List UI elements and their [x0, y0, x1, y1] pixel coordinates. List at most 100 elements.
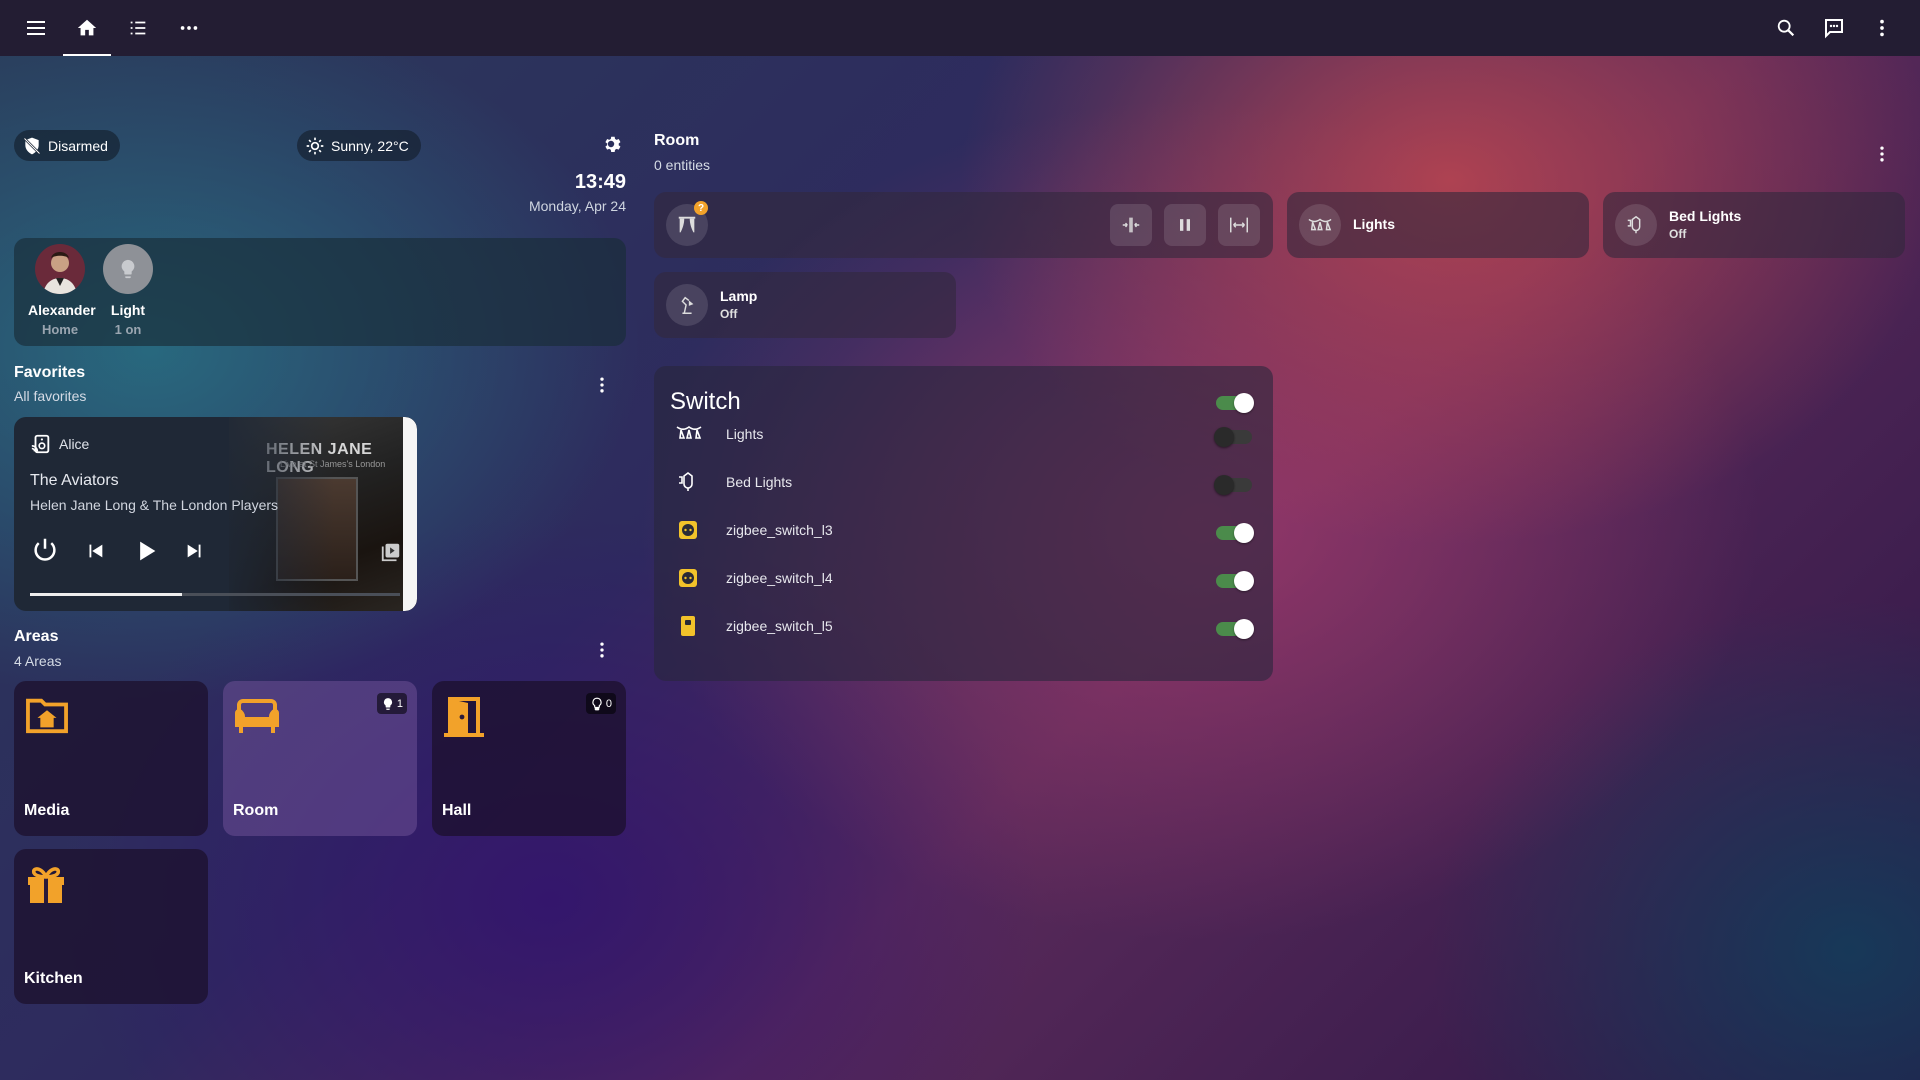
light-switch-icon — [676, 614, 700, 638]
media-progress-bar[interactable] — [30, 593, 400, 596]
weather-state: Sunny, 22°C — [331, 137, 409, 154]
switch-row-bed-lights[interactable]: Bed Lights — [654, 462, 1273, 502]
area-name: Room — [233, 802, 279, 819]
area-card-room[interactable]: 1 Room — [223, 681, 417, 836]
sofa-icon — [233, 695, 281, 735]
switch-label: Lights — [726, 426, 764, 442]
next-track-button[interactable] — [184, 540, 206, 562]
play-button[interactable] — [132, 537, 160, 565]
playlist-play-icon — [380, 541, 402, 563]
area-card-hall[interactable]: 0 Hall — [432, 681, 626, 836]
media-title: The Aviators — [30, 472, 119, 489]
cover-open-button[interactable] — [1218, 204, 1260, 246]
card-edge — [403, 417, 417, 611]
switch-toggle[interactable] — [1216, 523, 1254, 543]
tile-name: Bed Lights — [1669, 208, 1742, 224]
switch-row-zigbee-l3[interactable]: zigbee_switch_l3 — [654, 510, 1273, 550]
search-button[interactable] — [1762, 0, 1810, 56]
browse-media-button[interactable] — [380, 541, 402, 563]
desk-lamp-icon — [666, 284, 708, 326]
badge-count: 1 — [396, 697, 403, 710]
outdoor-lamp-icon — [1615, 204, 1657, 246]
area-name: Kitchen — [24, 970, 83, 987]
alarm-state: Disarmed — [48, 137, 108, 154]
tile-state: Off — [1669, 227, 1687, 241]
tab-list[interactable] — [113, 0, 163, 56]
person-state: Home — [41, 322, 79, 337]
tile-name: Lamp — [720, 288, 758, 304]
unavailable-badge: ? — [694, 201, 708, 215]
sunny-icon — [305, 136, 325, 156]
switch-toggle[interactable] — [1214, 427, 1252, 447]
lights-on-badge: 1 — [376, 693, 407, 714]
cover-close-button[interactable] — [1110, 204, 1152, 246]
home-folder-icon — [24, 695, 70, 735]
cover-tile[interactable]: ? — [654, 192, 1273, 258]
favorites-menu-button[interactable] — [590, 373, 614, 397]
lamp-tile[interactable]: Lamp Off — [654, 272, 956, 338]
media-player-card[interactable]: HELEN JANE LONG Live at St James's Londo… — [14, 417, 417, 611]
switch-toggle[interactable] — [1214, 475, 1252, 495]
tab-home[interactable] — [62, 0, 112, 56]
arrow-expand-horizontal-icon — [1228, 214, 1250, 236]
menu-icon — [24, 16, 48, 40]
tile-state: Off — [720, 307, 738, 321]
clock-time: 13:49 — [574, 171, 626, 193]
switch-label: zigbee_switch_l3 — [726, 522, 833, 538]
toggle-knob — [1234, 393, 1254, 413]
cast-icon — [30, 433, 52, 455]
bulb-outline-icon — [590, 697, 604, 711]
bulb-icon — [103, 244, 153, 294]
power-button[interactable] — [30, 535, 60, 565]
areas-menu-button[interactable] — [590, 638, 614, 662]
clock-settings-button[interactable] — [600, 133, 622, 155]
area-name: Hall — [442, 802, 472, 819]
switch-row-zigbee-l4[interactable]: zigbee_switch_l4 — [654, 558, 1273, 598]
more-vertical-icon — [1871, 17, 1893, 39]
top-app-bar — [0, 0, 1920, 56]
media-artist: Helen Jane Long & The London Players — [30, 497, 279, 513]
area-card-media[interactable]: Media — [14, 681, 208, 836]
menu-button[interactable] — [11, 0, 61, 56]
door-icon — [442, 695, 486, 737]
skip-previous-icon — [84, 540, 106, 562]
switch-toggle[interactable] — [1216, 619, 1254, 639]
power-socket-icon — [676, 566, 700, 590]
lights-tile[interactable]: Lights — [1287, 192, 1589, 258]
overflow-menu-button[interactable] — [1858, 0, 1906, 56]
skip-next-icon — [184, 540, 206, 562]
toggle-knob — [1214, 475, 1234, 495]
string-lights-icon — [1299, 204, 1341, 246]
previous-track-button[interactable] — [84, 540, 106, 562]
area-card-kitchen[interactable]: Kitchen — [14, 849, 208, 1004]
media-progress-fill — [30, 593, 182, 596]
alarm-chip[interactable]: Disarmed — [14, 130, 120, 161]
switch-toggle[interactable] — [1216, 571, 1254, 591]
switch-card-title: Switch — [670, 388, 741, 415]
assist-button[interactable] — [1810, 0, 1858, 56]
light-badge[interactable]: Light 1 on — [96, 244, 160, 337]
person-badge[interactable]: Alexander Home — [28, 244, 96, 337]
avatar — [35, 244, 85, 294]
weather-chip[interactable]: Sunny, 22°C — [297, 130, 421, 161]
cover-stop-button[interactable] — [1164, 204, 1206, 246]
toggle-knob — [1234, 523, 1254, 543]
power-icon — [30, 535, 60, 565]
areas-subtitle: 4 Areas — [14, 653, 62, 669]
switch-label: Bed Lights — [726, 474, 793, 490]
bed-lights-tile[interactable]: Bed Lights Off — [1603, 192, 1905, 258]
more-tabs-button[interactable] — [164, 0, 214, 56]
tile-name: Lights — [1353, 216, 1395, 232]
switch-row-lights[interactable]: Lights — [654, 414, 1273, 454]
master-toggle[interactable] — [1216, 393, 1254, 413]
pause-icon — [1175, 215, 1195, 235]
badges-card: Alexander Home Light 1 on — [14, 238, 626, 346]
bulb-icon — [381, 697, 395, 711]
room-menu-button[interactable] — [1870, 142, 1894, 166]
search-icon — [1775, 17, 1797, 39]
gear-icon — [600, 133, 622, 155]
light-badge-name: Light — [110, 302, 146, 318]
lights-off-badge: 0 — [585, 693, 616, 714]
home-icon — [76, 17, 98, 39]
switch-row-zigbee-l5[interactable]: zigbee_switch_l5 — [654, 606, 1273, 646]
